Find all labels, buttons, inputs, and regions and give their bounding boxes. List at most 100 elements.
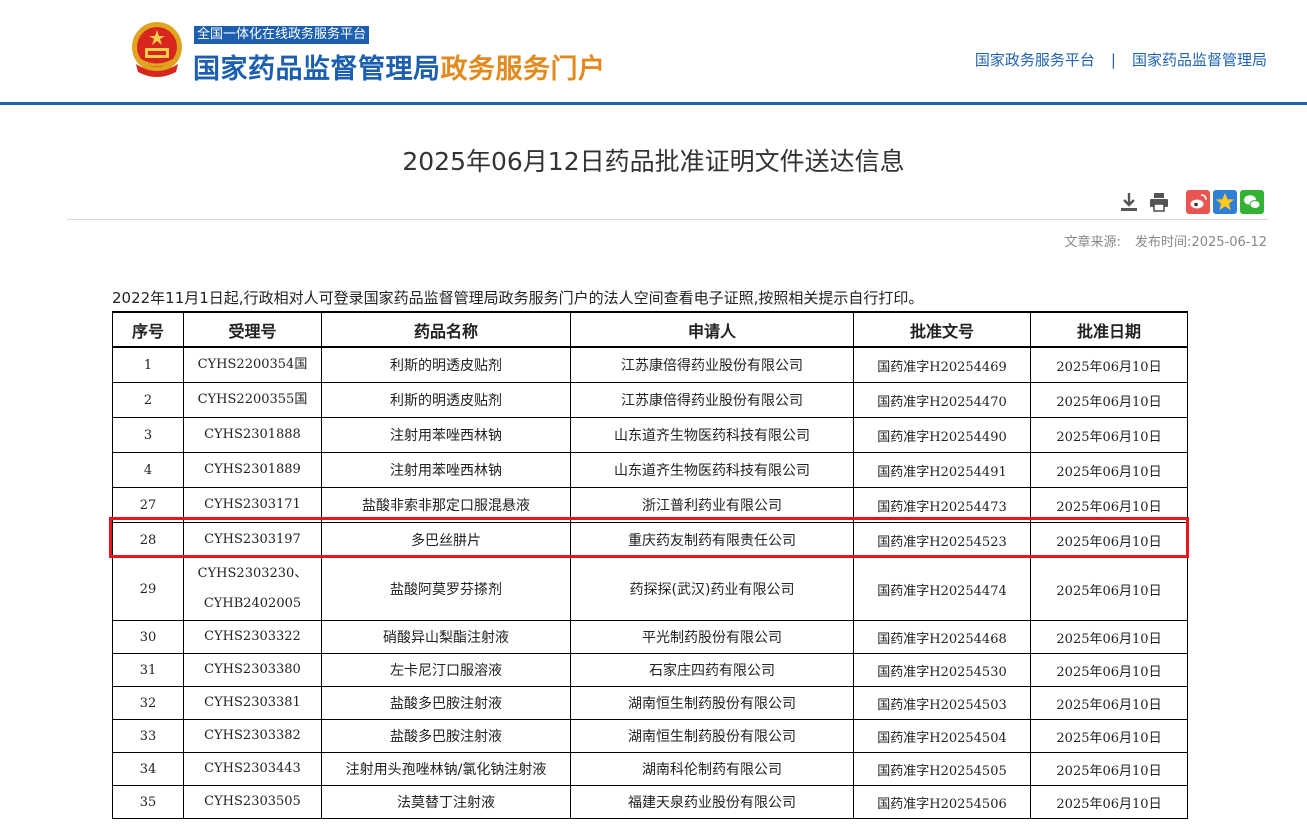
cell-applicant: 湖南科伦制药有限公司 [570,752,854,786]
site-header: 全国一体化在线政务服务平台 国家药品监督管理局政务服务门户 国家政务服务平台 | 国… [0,0,1307,105]
table-row: 2 CYHS2200355国 利斯的明透皮贴剂 江苏康倍得药业股份有限公司 国药准字H2… [112,382,1188,418]
cell-seq: 35 [112,785,184,819]
wechat-icon[interactable] [1240,190,1264,214]
link-nmpa[interactable]: 国家药品监督管理局 [1132,51,1267,69]
cell-acceptance-no: CYHS2303505 [183,785,322,819]
portal-tag: 全国一体化在线政务服务平台 [194,26,370,44]
cell-applicant: 湖南恒生制药股份有限公司 [570,686,854,720]
cell-approval-no: 国药准字H20254506 [853,785,1031,819]
cell-acceptance-no: CYHS2200355国 [183,382,322,418]
cell-acceptance-no: CYHS2303380 [183,653,322,687]
published-date: 2025-06-12 [1191,235,1267,250]
table-row: 31 CYHS2303380 左卡尼汀口服溶液 石家庄四药有限公司 国药准字H20254… [112,653,1188,687]
cell-seq: 2 [112,382,184,418]
cell-applicant: 石家庄四药有限公司 [570,653,854,687]
approval-table: 序号 受理号 药品名称 申请人 批准文号 批准日期 1 CYHS2200354国利… [112,311,1188,819]
cell-drug-name: 利斯的明透皮贴剂 [321,346,571,383]
cell-approval-no: 国药准字H20254469 [853,346,1031,383]
cell-seq: 28 [112,522,184,558]
cell-acceptance-no: CYHS2303382 [183,719,322,753]
cell-acceptance-no: CYHS2301889 [183,452,322,488]
cell-approval-date: 2025年06月10日 [1030,752,1188,786]
cell-drug-name: 左卡尼汀口服溶液 [321,653,571,687]
table-row: 33 CYHS2303382 盐酸多巴胺注射液 湖南恒生制药股份有限公司 国药准字H20… [112,719,1188,753]
cell-approval-date: 2025年06月10日 [1030,785,1188,819]
cell-approval-date: 2025年06月10日 [1030,417,1188,453]
cell-drug-name: 硝酸异山梨酯注射液 [321,620,571,654]
cell-drug-name: 注射用苯唑西林钠 [321,452,571,488]
table-row: 29 CYHS2303230、 CYHB2402005 盐酸阿莫罗芬搽剂 药探探(武汉… [112,557,1188,621]
table-row: 3 CYHS2301888 注射用苯唑西林钠 山东道齐生物医药科技有限公司 国药准字H2… [112,417,1188,453]
cell-approval-date: 2025年06月10日 [1030,686,1188,720]
table-header-row: 序号 受理号 药品名称 申请人 批准文号 批准日期 [112,311,1188,348]
cell-approval-no: 国药准字H20254504 [853,719,1031,753]
cell-acceptance-no: CYHS2303381 [183,686,322,720]
cell-approval-no: 国药准字H20254530 [853,653,1031,687]
national-emblem-icon[interactable] [128,20,186,80]
cell-approval-no: 国药准字H20254503 [853,686,1031,720]
cell-seq: 30 [112,620,184,654]
table-row: 30 CYHS2303322 硝酸异山梨酯注射液 平光制药股份有限公司 国药准字H202… [112,620,1188,654]
cell-acceptance-no: CYHS2303443 [183,752,322,786]
table-row: 34 CYHS2303443 注射用头孢唑林钠/氯化钠注射液 湖南科伦制药有限公司 国药… [112,752,1188,786]
cell-applicant: 平光制药股份有限公司 [570,620,854,654]
qzone-icon[interactable] [1213,190,1237,214]
cell-acceptance-no: CYHS2301888 [183,417,322,453]
cell-applicant: 福建天泉药业股份有限公司 [570,785,854,819]
cell-applicant: 湖南恒生制药股份有限公司 [570,719,854,753]
download-icon[interactable] [1117,190,1141,214]
cell-seq: 1 [112,346,184,383]
cell-seq: 33 [112,719,184,753]
cell-seq: 29 [112,557,184,621]
cell-seq: 3 [112,417,184,453]
cell-approval-date: 2025年06月10日 [1030,719,1188,753]
cell-acceptance-no: CYHS2303197 [183,522,322,558]
table-row: 1 CYHS2200354国 利斯的明透皮贴剂 江苏康倍得药业股份有限公司 国药准字H2… [112,346,1188,383]
cell-drug-name: 注射用苯唑西林钠 [321,417,571,453]
cell-approval-no: 国药准字H20254470 [853,382,1031,418]
title-divider [67,219,1268,220]
print-icon[interactable] [1147,190,1171,214]
cell-drug-name: 法莫替丁注射液 [321,785,571,819]
cell-drug-name: 注射用头孢唑林钠/氯化钠注射液 [321,752,571,786]
table-row: 4 CYHS2301889 注射用苯唑西林钠 山东道齐生物医药科技有限公司 国药准字H2… [112,452,1188,488]
cell-drug-name: 盐酸阿莫罗芬搽剂 [321,557,571,621]
cell-applicant: 江苏康倍得药业股份有限公司 [570,382,854,418]
weibo-icon[interactable] [1186,190,1210,214]
cell-acceptance-no: CYHS2303322 [183,620,322,654]
cell-approval-no: 国药准字H20254473 [853,487,1031,523]
cell-approval-date: 2025年06月10日 [1030,382,1188,418]
col-header-acceptance-no: 受理号 [183,311,322,348]
top-links: 国家政务服务平台 | 国家药品监督管理局 [975,49,1267,70]
table-row: 32 CYHS2303381 盐酸多巴胺注射液 湖南恒生制药股份有限公司 国药准字H20… [112,686,1188,720]
cell-applicant: 江苏康倍得药业股份有限公司 [570,346,854,383]
cell-seq: 31 [112,653,184,687]
site-name-primary: 国家药品监督管理局 [193,54,441,85]
col-header-drug-name: 药品名称 [321,311,571,348]
cell-drug-name: 盐酸非索非那定口服混悬液 [321,487,571,523]
notice-text: 2022年11月1日起,行政相对人可登录国家药品监督管理局政务服务门户的法人空间… [112,289,924,307]
site-name[interactable]: 国家药品监督管理局政务服务门户 [193,47,606,86]
cell-acceptance-no: CYHS2303171 [183,487,322,523]
col-header-seq: 序号 [112,311,184,348]
cell-approval-date: 2025年06月10日 [1030,346,1188,383]
cell-approval-no: 国药准字H20254523 [853,522,1031,558]
cell-applicant: 重庆药友制药有限责任公司 [570,522,854,558]
link-national-gov-service[interactable]: 国家政务服务平台 [975,51,1095,69]
cell-drug-name: 盐酸多巴胺注射液 [321,686,571,720]
cell-approval-no: 国药准字H20254490 [853,417,1031,453]
col-header-approval-date: 批准日期 [1030,311,1188,348]
table-row: 27 CYHS2303171 盐酸非索非那定口服混悬液 浙江普利药业有限公司 国药准字H… [112,487,1188,523]
article-meta: 文章来源: 发布时间:2025-06-12 [1065,231,1267,250]
cell-seq: 4 [112,452,184,488]
cell-applicant: 药探探(武汉)药业有限公司 [570,557,854,621]
cell-approval-date: 2025年06月10日 [1030,653,1188,687]
source-label: 文章来源: [1064,235,1121,250]
col-header-applicant: 申请人 [570,311,854,348]
cell-applicant: 山东道齐生物医药科技有限公司 [570,417,854,453]
cell-seq: 34 [112,752,184,786]
cell-acceptance-no: CYHS2303230、 CYHB2402005 [183,557,322,621]
cell-approval-date: 2025年06月10日 [1030,522,1188,558]
table-row: 35 CYHS2303505 法莫替丁注射液 福建天泉药业股份有限公司 国药准字H202… [112,785,1188,819]
page-title: 2025年06月12日药品批准证明文件送达信息 [402,147,905,176]
